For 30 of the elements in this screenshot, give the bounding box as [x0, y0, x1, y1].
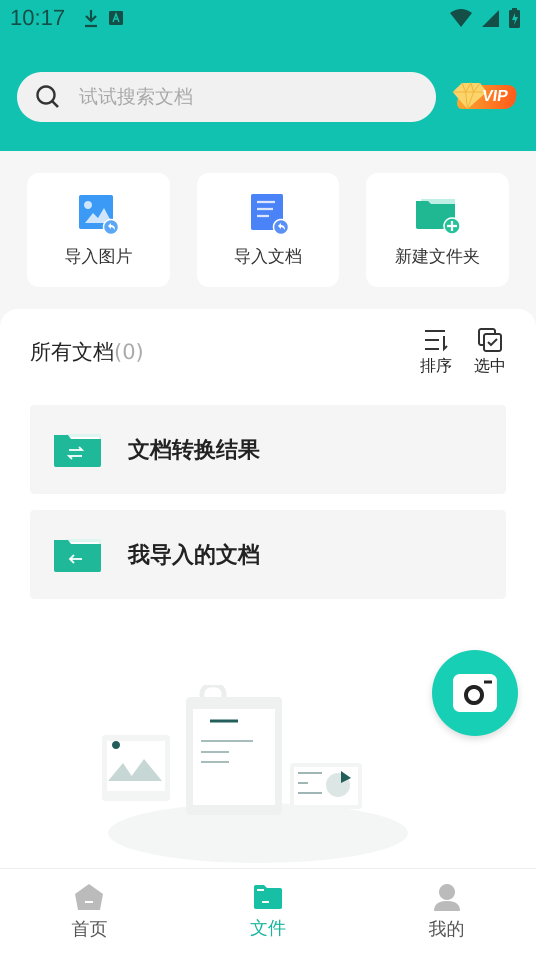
section-title: 所有文档 — [30, 339, 114, 366]
image-import-icon — [77, 192, 120, 234]
home-icon — [74, 882, 104, 910]
import-card[interactable]: 新建文件夹 — [366, 173, 510, 287]
select-icon — [477, 328, 503, 352]
select-button[interactable]: 选中 — [474, 328, 506, 376]
folder-icon — [54, 432, 102, 466]
folder-row[interactable]: 我导入的文档 — [30, 510, 506, 599]
sort-button[interactable]: 排序 — [420, 328, 452, 376]
camera-icon — [452, 673, 498, 713]
import-card[interactable]: 导入文档 — [196, 173, 340, 287]
keyboard-icon — [109, 11, 124, 25]
action-label: 导入文档 — [234, 246, 302, 268]
nav-tab[interactable]: 我的 — [357, 869, 536, 954]
person-icon — [432, 882, 462, 910]
wifi-icon — [450, 9, 472, 27]
folder-row[interactable]: 文档转换结果 — [30, 405, 506, 494]
download-icon — [83, 8, 100, 28]
import-card[interactable]: 导入图片 — [27, 173, 170, 287]
status-time: 10:17 — [10, 5, 66, 31]
sort-icon — [423, 328, 449, 352]
search-field[interactable]: 试试搜索文档 — [17, 72, 436, 122]
action-label: 导入图片 — [64, 246, 132, 268]
document-count: (0) — [114, 340, 144, 364]
signal-icon — [482, 10, 499, 26]
folder-icon — [253, 884, 283, 910]
battery-icon — [509, 8, 520, 28]
nav-tab[interactable]: 首页 — [0, 869, 179, 954]
action-label: 新建文件夹 — [395, 246, 480, 268]
folder-icon — [54, 538, 102, 572]
